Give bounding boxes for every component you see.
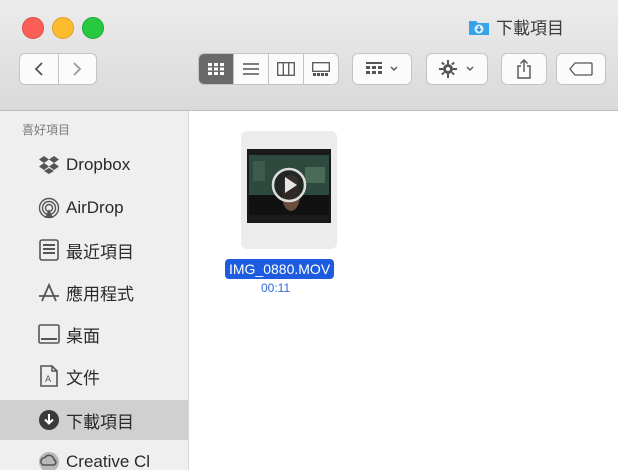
- action-menu-button[interactable]: [426, 53, 488, 85]
- arrange-grid-icon: [365, 62, 382, 74]
- downloads-folder-icon: [469, 20, 489, 35]
- icon-view-button[interactable]: [199, 54, 234, 84]
- applications-icon: [38, 281, 60, 303]
- file-name[interactable]: IMG_0880.MOV: [225, 259, 335, 279]
- file-duration: 00:11: [261, 281, 291, 295]
- tags-button[interactable]: [556, 53, 606, 85]
- window-title-text: 下載項目: [496, 19, 564, 38]
- gear-icon: [439, 60, 457, 78]
- zoom-window-button[interactable]: [82, 17, 104, 39]
- list-icon: [243, 63, 259, 75]
- chevron-down-icon: [390, 66, 397, 71]
- minimize-window-button[interactable]: [52, 17, 74, 39]
- share-button[interactable]: [501, 53, 547, 85]
- nav-buttons: [19, 53, 97, 85]
- title-toolbar: 下載項目: [0, 0, 618, 111]
- chevron-down-icon: [466, 66, 474, 71]
- file-thumbnail[interactable]: [241, 131, 337, 249]
- sidebar-item-airdrop[interactable]: AirDrop: [0, 188, 188, 228]
- sidebar-item-applications[interactable]: 應用程式: [0, 272, 188, 312]
- gallery-icon: [312, 62, 330, 76]
- sidebar-item-label: 最近項目: [66, 242, 134, 262]
- share-icon: [517, 59, 531, 79]
- sidebar-item-downloads[interactable]: 下載項目: [0, 400, 188, 440]
- sidebar-item-label: AirDrop: [66, 198, 124, 217]
- forward-button[interactable]: [59, 54, 97, 84]
- sidebar-item-label: Creative Cl: [66, 452, 151, 470]
- play-icon[interactable]: [271, 167, 307, 203]
- recents-icon: [38, 239, 60, 261]
- sidebar-item-label: 下載項目: [66, 412, 134, 432]
- tag-icon: [569, 62, 593, 76]
- sidebar-item-label: 文件: [66, 368, 100, 388]
- downloads-icon: [38, 409, 60, 431]
- finder-window: 下載項目 喜好項目 Dropbox AirDrop 最近項目 應用程式 桌面 A…: [0, 0, 618, 470]
- view-mode-control: [198, 53, 339, 85]
- sidebar-item-desktop[interactable]: 桌面: [0, 314, 188, 354]
- back-button[interactable]: [20, 54, 59, 84]
- grid-icon: [208, 63, 224, 75]
- sidebar-item-label: Dropbox: [66, 155, 131, 174]
- airdrop-icon: [38, 197, 60, 219]
- chevron-right-icon: [73, 62, 82, 76]
- documents-icon: A: [38, 365, 60, 387]
- columns-icon: [277, 62, 295, 76]
- dropbox-icon: [38, 154, 60, 176]
- sidebar-item-recents[interactable]: 最近項目: [0, 230, 188, 270]
- sidebar-item-label: 應用程式: [66, 284, 134, 304]
- column-view-button[interactable]: [269, 54, 304, 84]
- arrange-button[interactable]: [352, 53, 412, 85]
- file-browser: IMG_0880.MOV 00:11: [189, 111, 618, 470]
- creative-cloud-icon: [38, 451, 60, 470]
- sidebar-item-dropbox[interactable]: Dropbox: [0, 145, 188, 185]
- sidebar-item-documents[interactable]: A 文件: [0, 356, 188, 396]
- svg-text:A: A: [45, 375, 52, 385]
- desktop-icon: [38, 323, 60, 345]
- window-title: 下載項目: [468, 14, 564, 39]
- gallery-view-button[interactable]: [304, 54, 338, 84]
- sidebar-section-favorites: 喜好項目: [22, 123, 71, 137]
- chevron-left-icon: [34, 62, 43, 76]
- sidebar-item-label: 桌面: [66, 326, 100, 346]
- list-view-button[interactable]: [234, 54, 269, 84]
- sidebar-item-creative-cloud[interactable]: Creative Cl: [0, 442, 188, 470]
- sidebar: 喜好項目 Dropbox AirDrop 最近項目 應用程式 桌面 A 文件 下…: [0, 111, 189, 470]
- close-window-button[interactable]: [22, 17, 44, 39]
